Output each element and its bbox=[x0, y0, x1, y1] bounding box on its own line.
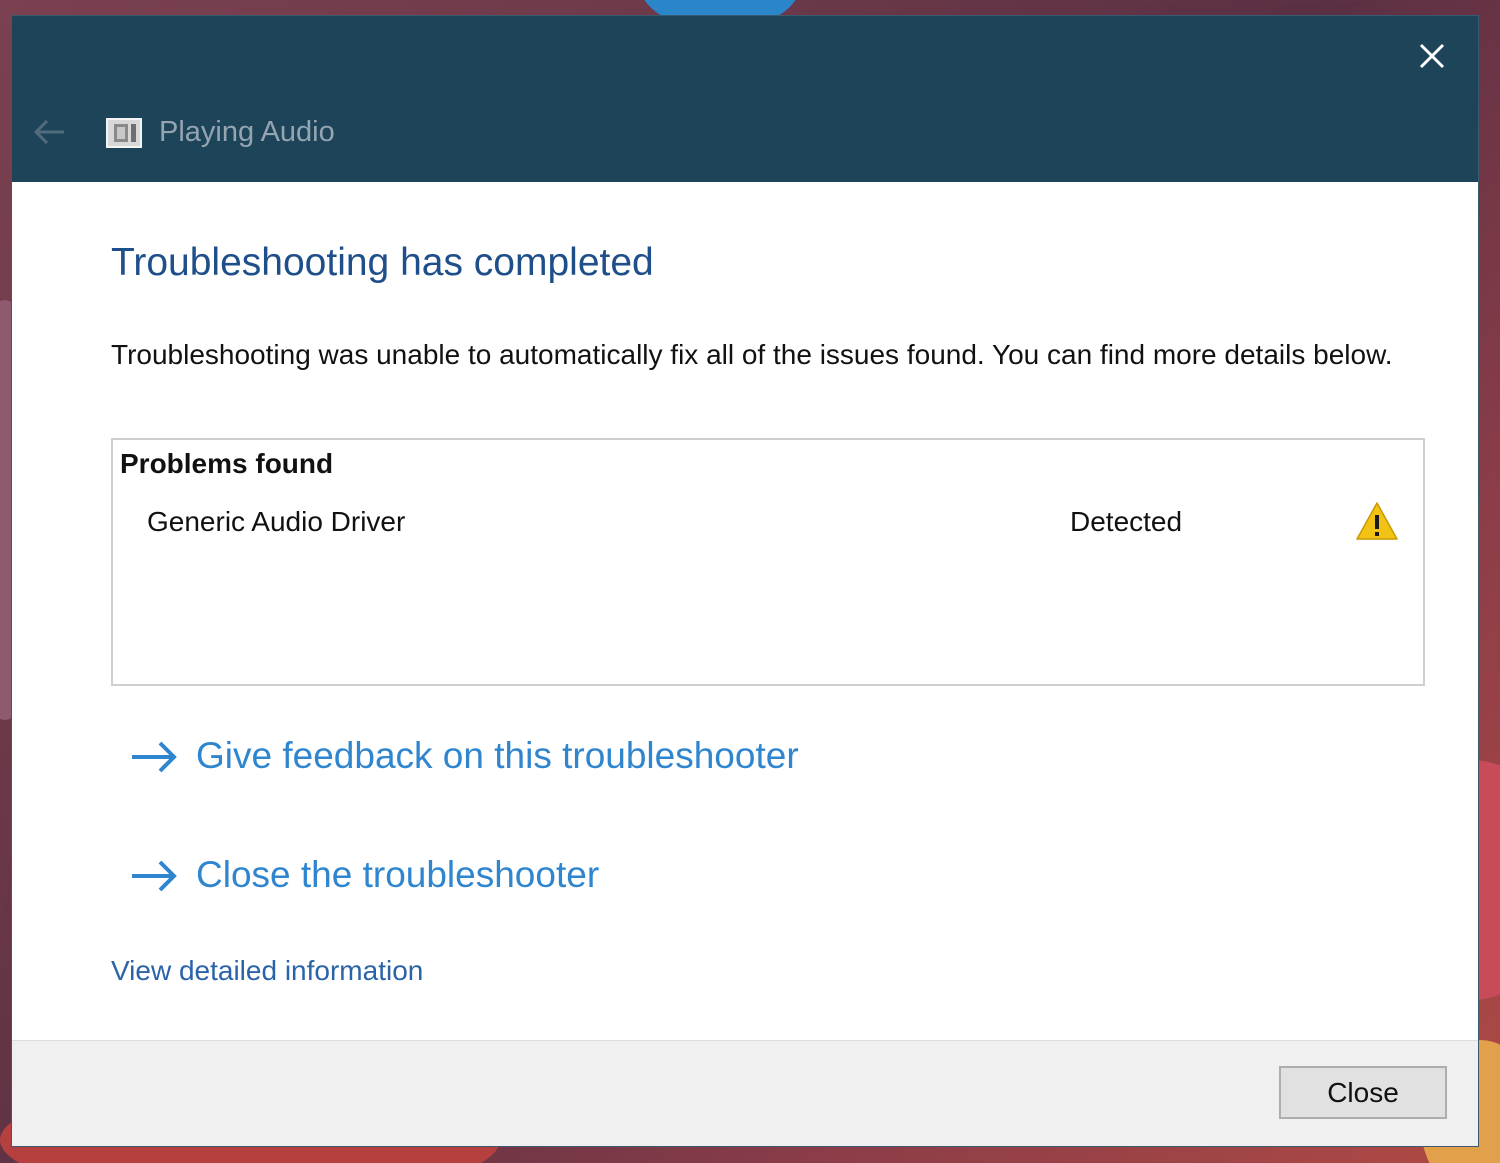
close-troubleshooter-label: Close the troubleshooter bbox=[196, 854, 600, 895]
close-button[interactable]: Close bbox=[1279, 1066, 1447, 1119]
problem-row[interactable]: Generic Audio Driver Detected bbox=[113, 500, 1423, 544]
problems-found-header: Problems found bbox=[120, 448, 334, 479]
arrow-right-icon bbox=[130, 858, 178, 894]
close-icon[interactable] bbox=[1410, 34, 1454, 78]
footer-bar: Close bbox=[12, 1040, 1478, 1146]
problems-found-list: Problems found Generic Audio Driver Dete… bbox=[111, 438, 1425, 686]
problem-status: Detected bbox=[1070, 506, 1183, 537]
give-feedback-label: Give feedback on this troubleshooter bbox=[196, 735, 799, 776]
title-bar: Playing Audio bbox=[12, 16, 1478, 182]
back-arrow-icon[interactable] bbox=[30, 114, 70, 150]
arrow-right-icon bbox=[130, 739, 178, 775]
problem-name: Generic Audio Driver bbox=[147, 506, 406, 537]
give-feedback-link[interactable]: Give feedback on this troubleshooter bbox=[130, 731, 890, 781]
troubleshooter-icon bbox=[106, 118, 142, 148]
warning-icon bbox=[1355, 500, 1399, 542]
content-area: Troubleshooting has completed Troublesho… bbox=[12, 182, 1478, 1040]
window-title: Playing Audio bbox=[159, 116, 335, 148]
close-troubleshooter-link[interactable]: Close the troubleshooter bbox=[130, 850, 670, 900]
page-title: Troubleshooting has completed bbox=[111, 241, 654, 284]
view-detailed-information-link[interactable]: View detailed information bbox=[111, 951, 423, 991]
result-description: Troubleshooting was unable to automatica… bbox=[111, 339, 1393, 370]
troubleshooter-window: Playing Audio Troubleshooting has comple… bbox=[12, 16, 1478, 1146]
